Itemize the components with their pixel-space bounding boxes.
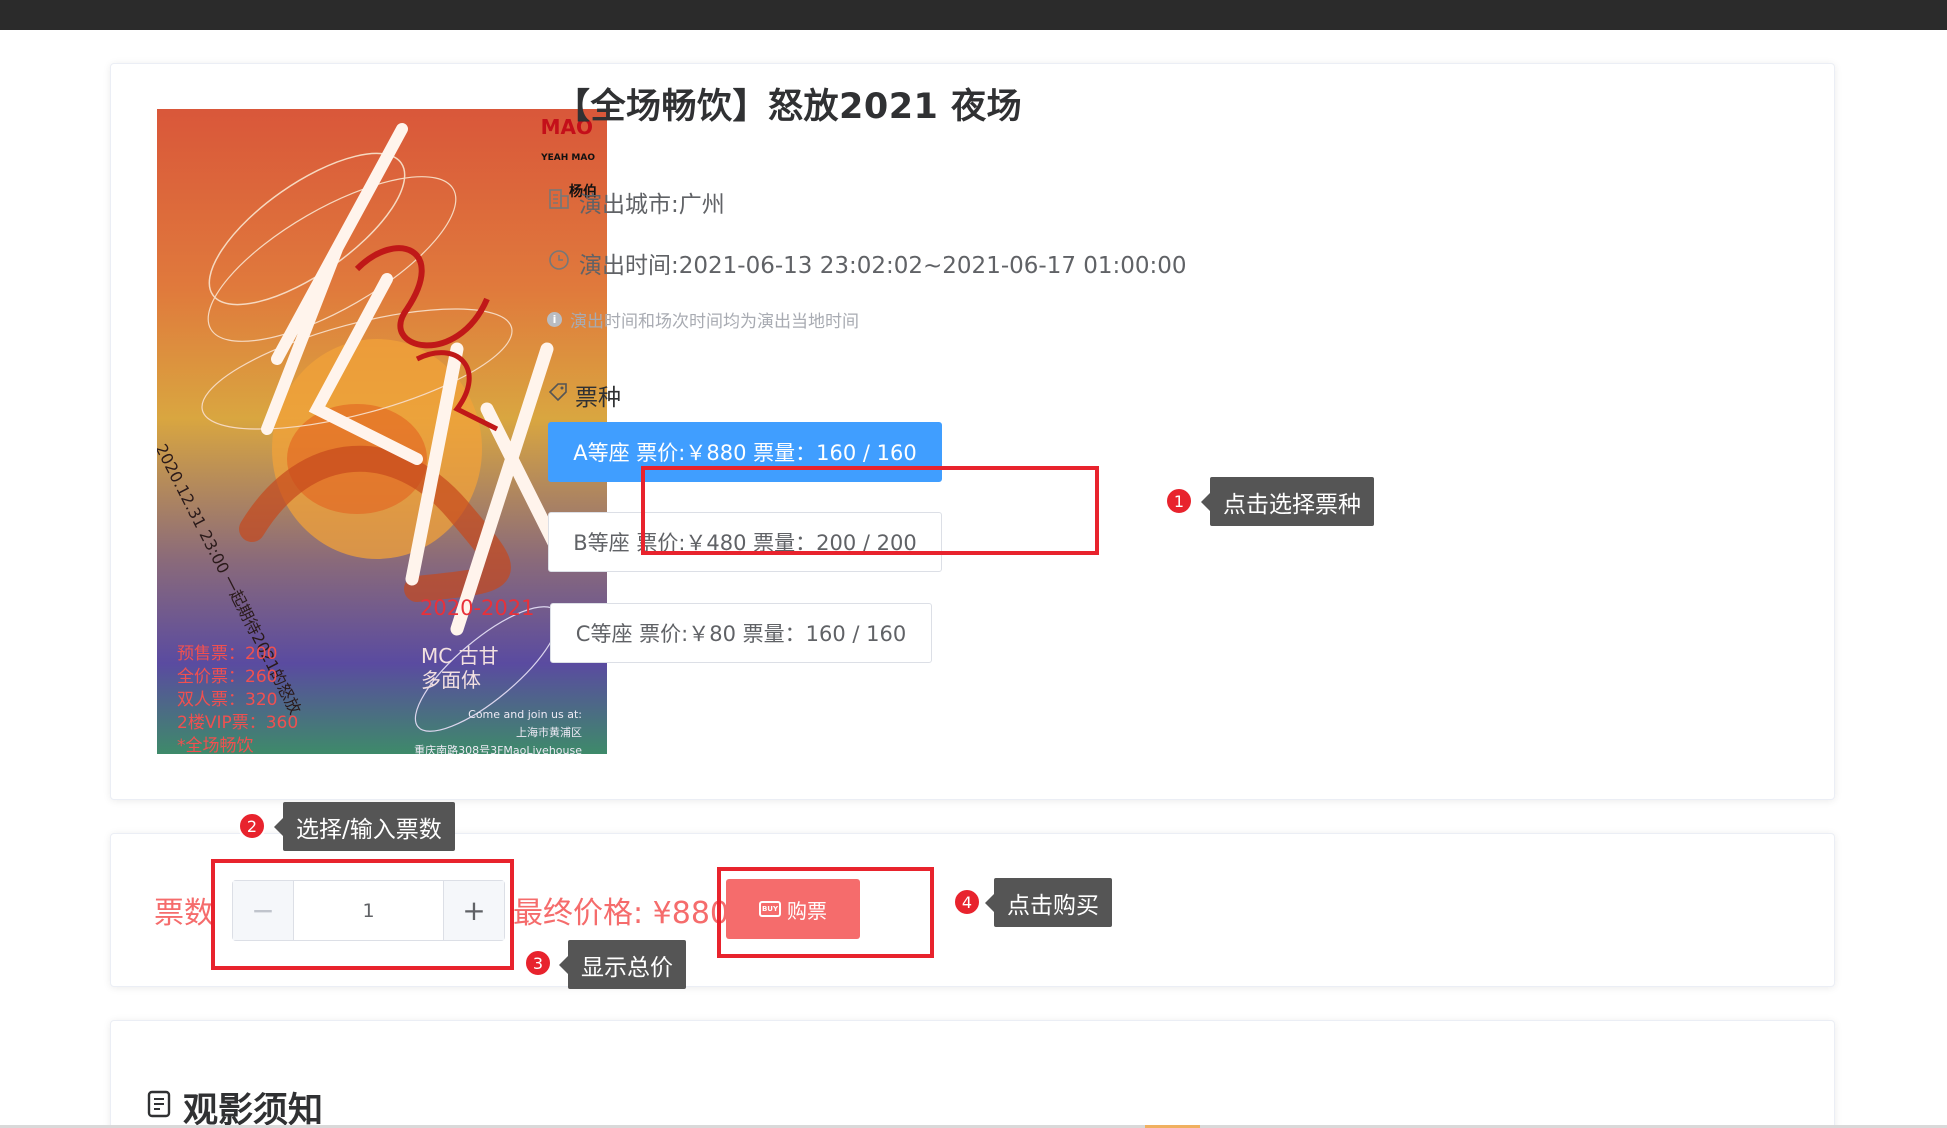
tooltip-step-3: 显示总价 (559, 940, 686, 989)
highlight-buy-button (717, 867, 934, 958)
poster-mc-line: 多面体 (421, 668, 481, 692)
poster-prices: 预售票：200 全价票：260 双人票：320 2楼VIP票：360 *全场畅饮 (177, 643, 298, 754)
tooltip-step-4: 点击购买 (985, 878, 1112, 927)
clock-icon (547, 248, 571, 278)
tooltip-step-1: 点击选择票种 (1201, 477, 1374, 526)
time-note: i 演出时间和场次时间均为演出当地时间 (547, 307, 859, 332)
step-badge-4: 4 (953, 888, 981, 916)
event-title: 【全场畅饮】怒放2021 夜场 (555, 87, 1023, 127)
poster-venue-line: 上海市黄浦区 (516, 726, 582, 739)
final-price: 最终价格: ¥880 (513, 896, 729, 931)
tooltip-step-2: 选择/输入票数 (274, 802, 455, 851)
poster-venue-line: 重庆南路308号3FMaoLivehouse (414, 744, 582, 754)
ticket-kind-text: 票种 (575, 385, 621, 411)
info-icon: i (547, 312, 562, 327)
poster-brand-sub: YEAH MAO (541, 153, 595, 163)
time-note-text: 演出时间和场次时间均为演出当地时间 (570, 312, 859, 332)
poster-price-line: 2楼VIP票：360 (177, 713, 299, 733)
event-time-text: 演出时间:2021-06-13 23:02:02~2021-06-17 01:0… (579, 253, 1187, 279)
poster-price-line: 预售票：200 (177, 644, 278, 664)
step-badge-2: 2 (238, 812, 266, 840)
poster-venue: Come and join us at: 上海市黄浦区 重庆南路308号3FMa… (397, 706, 582, 754)
poster-mc: MC 古甘 多面体 (421, 644, 499, 692)
document-icon (145, 1088, 173, 1128)
highlight-ticket-selection (641, 466, 1099, 555)
ticket-kind-label: 票种 (547, 378, 621, 412)
notice-card (110, 1020, 1835, 1128)
notice-title-text: 观影须知 (183, 1091, 324, 1128)
event-card: MAO YEAH MAO 杨伯 2020.12.31 23:00 一起期待202… (110, 63, 1835, 800)
ticket-option-c[interactable]: C等座 票价:￥80 票量：160 / 160 (550, 603, 932, 663)
event-city: 演出城市:广州 (547, 185, 725, 219)
poster-mc-line: MC 古甘 (421, 644, 499, 668)
event-city-text: 演出城市:广州 (579, 192, 725, 218)
building-icon (547, 187, 571, 217)
highlight-quantity (211, 859, 514, 970)
poster-price-line: 双人票：320 (177, 690, 278, 710)
ticket-tag-icon (547, 381, 569, 409)
poster-venue-line: Come and join us at: (468, 708, 582, 721)
notice-title: 观影须知 (145, 1082, 323, 1128)
top-bar (0, 0, 1947, 30)
ticket-quantity-label: 票数 (154, 896, 214, 931)
poster-year: 2020-2021 (420, 596, 535, 620)
step-badge-1: 1 (1165, 487, 1193, 515)
step-badge-3: 3 (524, 949, 552, 977)
event-time: 演出时间:2021-06-13 23:02:02~2021-06-17 01:0… (547, 246, 1187, 280)
event-poster-image: MAO YEAH MAO 杨伯 2020.12.31 23:00 一起期待202… (157, 109, 607, 754)
poster-price-line: 全价票：260 (177, 667, 278, 687)
poster-price-line: *全场畅饮 (177, 736, 254, 754)
